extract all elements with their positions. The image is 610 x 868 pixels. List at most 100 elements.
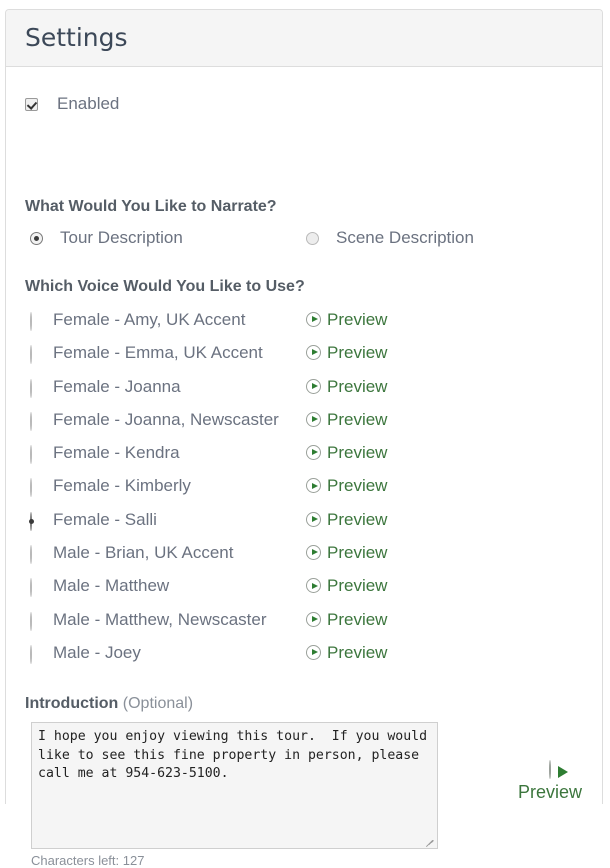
- voice-radio-wrap[interactable]: [30, 445, 32, 465]
- voice-label: Male - Brian, UK Accent: [53, 543, 234, 563]
- voice-radio[interactable]: [30, 478, 32, 498]
- play-icon: [306, 378, 321, 394]
- introduction-heading-text: Introduction: [25, 695, 119, 712]
- voice-radio[interactable]: [30, 578, 32, 598]
- narrate-radio-tour-description[interactable]: [30, 231, 43, 245]
- voice-preview-label: Preview: [327, 310, 388, 329]
- play-icon: [306, 478, 321, 494]
- voice-preview-link[interactable]: Preview: [306, 441, 387, 464]
- voice-preview-link[interactable]: Preview: [306, 474, 387, 497]
- voice-radio[interactable]: [30, 545, 32, 565]
- voice-row[interactable]: Female - Salli Preview: [6, 508, 602, 541]
- voice-label: Male - Matthew: [53, 576, 170, 596]
- voice-radio[interactable]: [30, 445, 32, 465]
- introduction-heading: Introduction (Optional): [25, 695, 193, 713]
- enabled-checkbox[interactable]: [25, 97, 38, 111]
- voice-radio-wrap[interactable]: [30, 611, 32, 631]
- voice-radio-wrap[interactable]: [30, 378, 32, 398]
- voice-preview-link[interactable]: Preview: [306, 641, 387, 664]
- voice-radio-wrap[interactable]: [30, 644, 32, 664]
- voice-radio-wrap[interactable]: [30, 545, 32, 565]
- voice-radio[interactable]: [30, 312, 32, 331]
- play-icon: [306, 511, 321, 527]
- voice-preview-link[interactable]: Preview: [306, 375, 387, 398]
- play-icon: [306, 345, 321, 361]
- voice-preview-link[interactable]: Preview: [306, 574, 387, 597]
- voice-row[interactable]: Female - Amy, UK Accent Preview: [6, 308, 602, 341]
- narrate-section-heading: What Would You Like to Narrate?: [25, 198, 277, 215]
- voice-radio[interactable]: [30, 345, 32, 365]
- characters-left-counter: Characters left: 127: [31, 853, 145, 868]
- voice-radio-wrap[interactable]: [30, 312, 32, 331]
- voice-option-list: Female - Amy, UK Accent Preview Female -…: [6, 308, 602, 674]
- voice-row[interactable]: Female - Joanna Preview: [6, 375, 602, 408]
- voice-preview-label: Preview: [327, 642, 388, 662]
- voice-label: Female - Emma, UK Accent: [53, 343, 263, 363]
- voice-preview-label: Preview: [327, 543, 388, 563]
- introduction-heading-optional: (Optional): [122, 695, 194, 712]
- voice-preview-label: Preview: [327, 509, 388, 529]
- voice-label: Male - Matthew, Newscaster: [53, 609, 267, 629]
- voice-radio[interactable]: [30, 378, 32, 398]
- enabled-label: Enabled: [57, 94, 120, 113]
- voice-row[interactable]: Male - Joey Preview: [6, 641, 602, 674]
- voice-label: Male - Joey: [53, 642, 141, 662]
- narrate-option-label: Tour Description: [60, 228, 183, 247]
- voice-preview-link[interactable]: Preview: [306, 508, 387, 531]
- voice-row[interactable]: Male - Brian, UK Accent Preview: [6, 541, 602, 574]
- voice-preview-link[interactable]: Preview: [306, 308, 387, 331]
- narrate-option-tour-description[interactable]: Tour Description: [30, 228, 183, 248]
- introduction-textarea[interactable]: [31, 722, 438, 849]
- voice-row[interactable]: Female - Joanna, Newscaster Preview: [6, 408, 602, 441]
- voice-label: Female - Kendra: [53, 443, 180, 463]
- narrate-radio-scene-description[interactable]: [306, 231, 319, 245]
- voice-label: Female - Joanna, Newscaster: [53, 409, 279, 429]
- play-icon: [306, 578, 321, 594]
- voice-radio[interactable]: [30, 411, 32, 431]
- voice-row[interactable]: Male - Matthew, Newscaster Preview: [6, 608, 602, 641]
- voice-preview-label: Preview: [327, 409, 388, 429]
- voice-section-heading: Which Voice Would You Like to Use?: [25, 278, 305, 295]
- voice-radio[interactable]: [30, 611, 32, 631]
- introduction-preview-button[interactable]: Preview: [512, 760, 588, 803]
- play-icon: [306, 312, 321, 327]
- voice-row[interactable]: Female - Emma, UK Accent Preview: [6, 341, 602, 374]
- page-title: Settings: [25, 23, 128, 52]
- voice-radio-wrap[interactable]: [30, 411, 32, 431]
- voice-label: Female - Salli: [53, 509, 157, 529]
- voice-radio-wrap[interactable]: [30, 511, 32, 531]
- voice-preview-link[interactable]: Preview: [306, 341, 387, 364]
- narrate-option-scene-description[interactable]: Scene Description: [306, 228, 474, 248]
- voice-label: Female - Amy, UK Accent: [53, 310, 246, 329]
- voice-preview-label: Preview: [327, 443, 388, 463]
- voice-preview-label: Preview: [327, 476, 388, 496]
- voice-radio-wrap[interactable]: [30, 478, 32, 498]
- play-icon: [306, 644, 321, 660]
- voice-preview-link[interactable]: Preview: [306, 608, 387, 631]
- voice-radio-wrap[interactable]: [30, 345, 32, 365]
- voice-preview-link[interactable]: Preview: [306, 541, 387, 564]
- enabled-checkbox-row[interactable]: Enabled: [25, 94, 119, 114]
- voice-preview-label: Preview: [327, 343, 388, 363]
- panel-header: Settings: [6, 10, 602, 67]
- voice-preview-label: Preview: [327, 609, 388, 629]
- voice-preview-label: Preview: [327, 376, 388, 396]
- voice-row[interactable]: Female - Kimberly Preview: [6, 474, 602, 507]
- narrate-options: Tour Description Scene Description: [6, 228, 602, 256]
- play-icon: [306, 445, 321, 461]
- settings-panel: Settings Enabled What Would You Like to …: [5, 9, 603, 868]
- voice-radio-selected[interactable]: [30, 511, 32, 531]
- voice-label: Female - Joanna: [53, 376, 181, 396]
- voice-radio[interactable]: [30, 644, 32, 664]
- voice-preview-label: Preview: [327, 576, 388, 596]
- voice-label: Female - Kimberly: [53, 476, 191, 496]
- play-icon: [549, 760, 551, 779]
- play-icon: [306, 611, 321, 627]
- voice-row[interactable]: Male - Matthew Preview: [6, 574, 602, 607]
- play-icon: [306, 545, 321, 561]
- voice-preview-link[interactable]: Preview: [306, 408, 387, 431]
- play-icon: [306, 411, 321, 427]
- voice-row[interactable]: Female - Kendra Preview: [6, 441, 602, 474]
- introduction-preview-label: Preview: [517, 782, 583, 802]
- voice-radio-wrap[interactable]: [30, 578, 32, 598]
